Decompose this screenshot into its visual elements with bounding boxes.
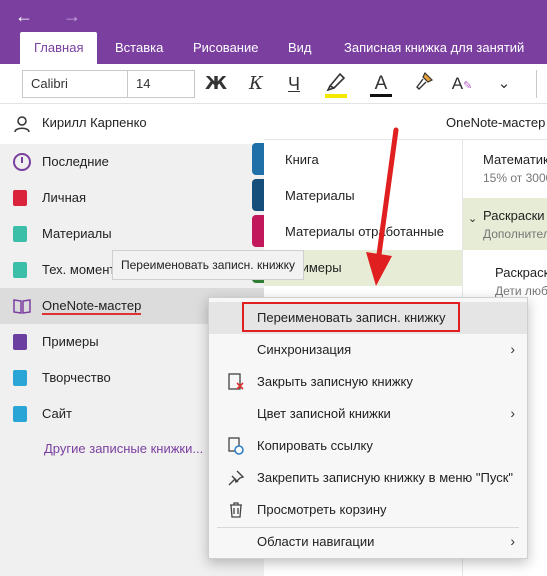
nb-label: Личная [42, 190, 87, 205]
font-size-field[interactable]: 14 [127, 70, 195, 98]
bold-button[interactable]: Ж [202, 70, 230, 98]
pin-icon [228, 470, 245, 486]
highlight-color-bar [325, 94, 347, 98]
notebook-header: OneNote-мастер [264, 104, 547, 140]
page-title: Математика [483, 152, 547, 167]
trash-icon [230, 502, 242, 518]
account-name: Кирилл Карпенко [42, 115, 147, 130]
notebook-header-title: OneNote-мастер [446, 115, 546, 130]
user-icon [14, 116, 30, 133]
menu-item-label: Закрыть записную книжку [257, 374, 413, 389]
menu-item-label: Цвет записной книжки [257, 406, 391, 421]
menu-item-recycle[interactable]: Просмотреть корзину [209, 494, 527, 526]
notebook-icon [13, 226, 27, 242]
section-item[interactable]: Материалы [264, 178, 462, 214]
notebook-icon [13, 406, 27, 422]
ribbon-tabs: Главная Вставка Рисование Вид Записная к… [0, 32, 547, 64]
menu-item-pin[interactable]: Закрепить записную книжку в меню "Пуск" [209, 462, 527, 494]
highlighter-glyph [326, 72, 346, 92]
menu-item-label: Синхронизация [257, 342, 352, 357]
forward-arrow-icon[interactable]: → [60, 4, 84, 28]
tab-view[interactable]: Вид [288, 32, 312, 64]
section-item[interactable]: Материалы отработанные [264, 214, 462, 250]
page-item[interactable]: ⌄ Раскраски Дополнительно [463, 198, 547, 250]
menu-item-copy-link[interactable]: Копировать ссылку [209, 430, 527, 462]
page-item[interactable]: Математика 15% от 3000 [463, 140, 547, 196]
nb-label: OneNote-мастер [42, 298, 142, 315]
submenu-arrow-icon: › [510, 533, 515, 549]
menu-item-label: Просмотреть корзину [257, 502, 387, 517]
section-color-tab [252, 215, 264, 247]
notebook-icon [13, 370, 27, 386]
notebook-icon [13, 190, 27, 206]
menu-item-label: Копировать ссылку [257, 438, 373, 453]
page-preview: Дополнительно [483, 227, 547, 241]
other-notebooks-link[interactable]: Другие записные книжки... [44, 441, 203, 456]
page-item[interactable]: Раскраски Дети любят [463, 255, 547, 303]
nb-label: Материалы [42, 226, 112, 241]
collapse-chevron-icon[interactable]: ⌄ [468, 212, 477, 225]
open-book-icon [13, 299, 31, 314]
nb-label: Сайт [42, 406, 72, 421]
title-bar: ← → [0, 0, 547, 32]
submenu-arrow-icon: › [510, 405, 515, 421]
section-item[interactable]: Книга [264, 142, 462, 178]
menu-item-label: Области навигации [257, 534, 375, 549]
back-arrow-icon[interactable]: ← [12, 4, 36, 28]
page-preview: 15% от 3000 [483, 171, 547, 185]
section-color-tab [252, 179, 264, 211]
notebook-icon [13, 262, 27, 278]
italic-button[interactable]: К [242, 70, 270, 98]
formatting-toolbar: Calibri 14 Ж К Ч A A✎ ⌄ [0, 64, 547, 104]
nb-item-materials[interactable]: Материалы [0, 216, 264, 252]
close-notebook-icon [228, 373, 244, 390]
menu-item-sync[interactable]: Синхронизация › [209, 334, 527, 366]
font-color-bar [370, 94, 392, 97]
page-title: Раскраски [495, 265, 547, 280]
font-name-field[interactable]: Calibri [22, 70, 128, 98]
nb-item-personal[interactable]: Личная [0, 180, 264, 216]
context-menu: Переименовать записн. книжку Синхронизац… [208, 297, 528, 559]
menu-item-nav-panes[interactable]: Области навигации › [209, 526, 527, 558]
tab-home[interactable]: Главная [20, 32, 98, 64]
tab-insert[interactable]: Вставка [115, 32, 163, 64]
format-painter-icon[interactable] [410, 70, 438, 98]
nb-label: Примеры [42, 334, 99, 349]
nb-label: Последние [42, 154, 109, 169]
account-row[interactable]: Кирилл Карпенко [0, 104, 264, 144]
menu-item-close[interactable]: Закрыть записную книжку [209, 366, 527, 398]
section-color-tab [252, 143, 264, 175]
page-title: Раскраски [483, 208, 545, 223]
brush-glyph [416, 71, 434, 90]
tab-draw[interactable]: Рисование [193, 32, 258, 64]
annotation-highlight-box [242, 302, 460, 332]
clock-icon [13, 153, 31, 171]
submenu-arrow-icon: › [510, 341, 515, 357]
page-preview: Дети любят [495, 284, 547, 298]
nb-label: Тех. момент [42, 262, 116, 277]
clear-formatting-icon[interactable]: A✎ [448, 70, 476, 98]
nb-item-recent[interactable]: Последние [0, 144, 264, 180]
tooltip: Переименовать записн. книжку [112, 250, 304, 280]
menu-item-color[interactable]: Цвет записной книжки › [209, 398, 527, 430]
more-chevron-icon[interactable]: ⌄ [490, 70, 518, 98]
nb-label: Творчество [42, 370, 111, 385]
underline-button[interactable]: Ч [280, 70, 308, 98]
menu-item-label: Закрепить записную книжку в меню "Пуск" [257, 470, 514, 485]
notebook-icon [13, 334, 27, 350]
tab-class-notebook[interactable]: Записная книжка для занятий [344, 32, 524, 64]
toolbar-edge [536, 70, 547, 98]
copy-link-icon [228, 437, 244, 455]
